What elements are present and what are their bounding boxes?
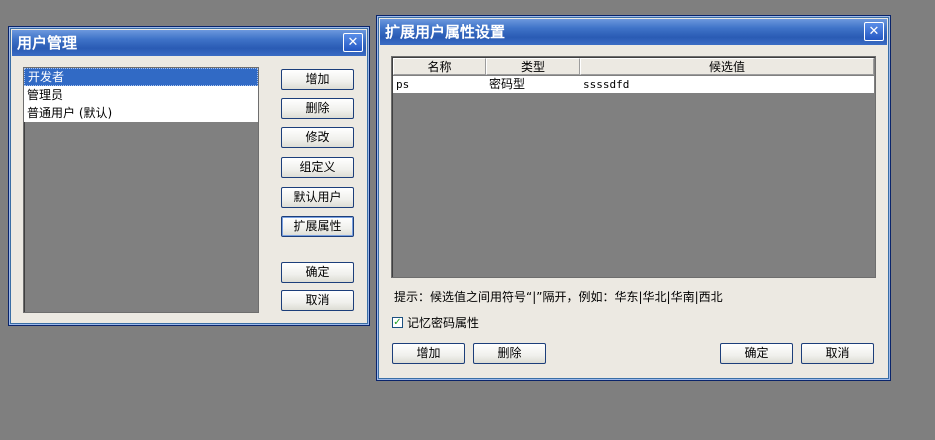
close-icon[interactable]: ✕ — [864, 22, 884, 41]
remember-password-label[interactable]: 记忆密码属性 — [407, 314, 479, 331]
column-header-type[interactable]: 类型 — [486, 58, 580, 75]
extend-attributes-titlebar[interactable]: 扩展用户属性设置 ✕ — [380, 19, 887, 45]
user-management-titlebar[interactable]: 用户管理 ✕ — [12, 30, 366, 56]
table-row[interactable]: ps 密码型 ssssdfd — [393, 76, 874, 93]
cell-candidates[interactable]: ssssdfd — [580, 76, 874, 93]
edit-user-button[interactable]: 修改 — [281, 127, 354, 148]
column-header-candidates[interactable]: 候选值 — [580, 58, 874, 75]
add-attribute-button[interactable]: 增加 — [392, 343, 465, 364]
attributes-grid[interactable]: 名称 类型 候选值 ps 密码型 ssssdfd — [391, 56, 876, 278]
grid-header: 名称 类型 候选值 — [393, 58, 874, 75]
list-item[interactable]: 开发者 — [24, 68, 258, 86]
hint-text: 提示：候选值之间用符号“|”隔开，例如：华东|华北|华南|西北 — [394, 290, 723, 304]
list-item[interactable]: 管理员 — [24, 86, 258, 104]
group-define-button[interactable]: 组定义 — [281, 157, 354, 178]
column-header-name[interactable]: 名称 — [393, 58, 486, 75]
user-management-title: 用户管理 — [17, 34, 78, 52]
ok-button[interactable]: 确定 — [720, 343, 793, 364]
cell-type[interactable]: 密码型 — [486, 76, 580, 93]
close-icon[interactable]: ✕ — [343, 33, 363, 52]
extend-attributes-dialog: 扩展用户属性设置 ✕ 名称 类型 候选值 ps 密码型 ssssdfd 提示：候选值… — [376, 15, 891, 381]
default-user-button[interactable]: 默认用户 — [281, 187, 354, 208]
check-icon: ✓ — [393, 317, 402, 328]
add-user-button[interactable]: 增加 — [281, 69, 354, 90]
extend-attributes-title: 扩展用户属性设置 — [385, 23, 506, 41]
cancel-button[interactable]: 取消 — [281, 290, 354, 311]
delete-attribute-button[interactable]: 删除 — [473, 343, 546, 364]
user-management-dialog: 用户管理 ✕ 开发者 管理员 普通用户 (默认) 增加 删除 修改 组定义 默认用户… — [8, 26, 370, 326]
extend-attributes-button[interactable]: 扩展属性 — [281, 216, 354, 237]
remember-password-checkbox[interactable]: ✓ — [392, 317, 403, 328]
ok-button[interactable]: 确定 — [281, 262, 354, 283]
cell-name[interactable]: ps — [393, 76, 486, 93]
cancel-button[interactable]: 取消 — [801, 343, 874, 364]
delete-user-button[interactable]: 删除 — [281, 98, 354, 119]
list-item[interactable]: 普通用户 (默认) — [24, 104, 258, 122]
user-list[interactable]: 开发者 管理员 普通用户 (默认) — [23, 67, 259, 313]
